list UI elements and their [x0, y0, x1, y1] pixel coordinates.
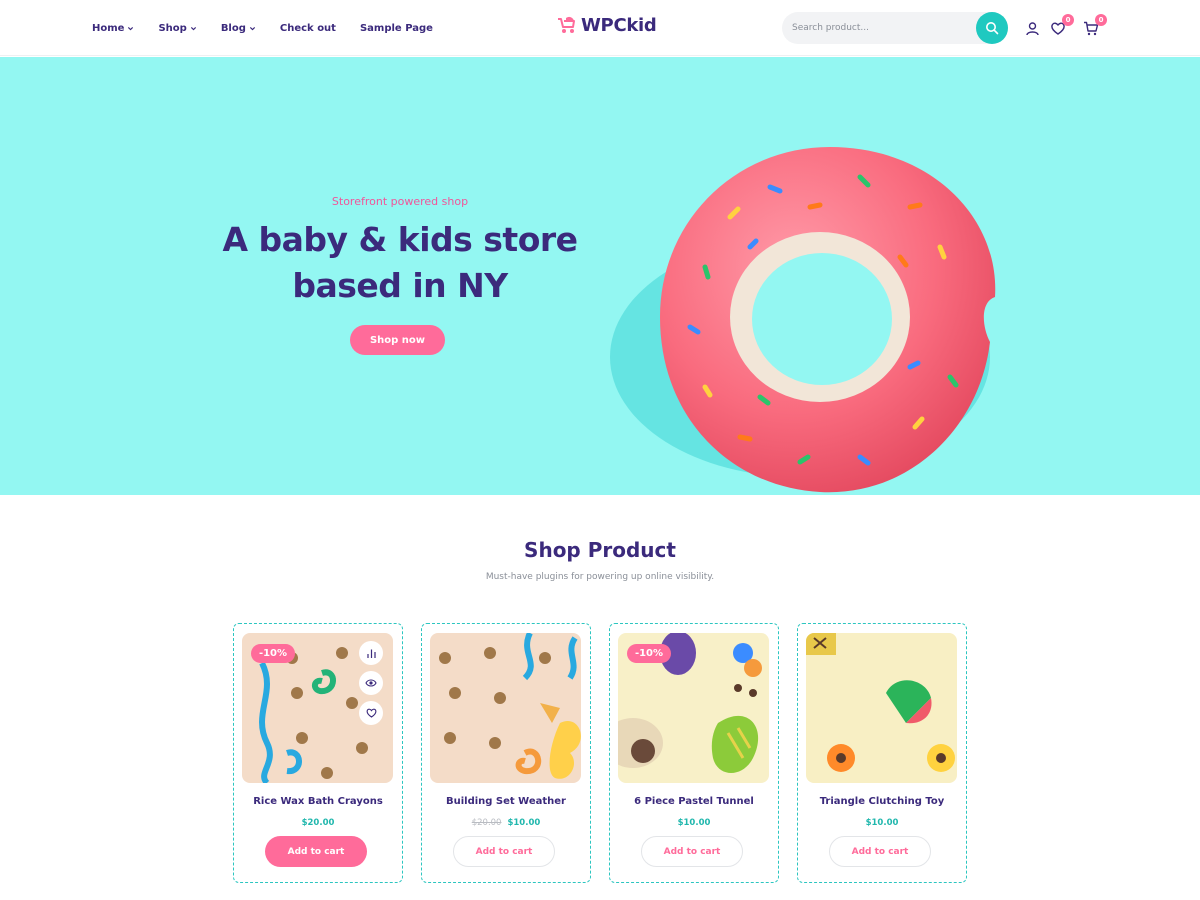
user-icon	[1025, 21, 1039, 35]
add-to-cart-button[interactable]: Add to cart	[641, 836, 743, 867]
search-bar	[782, 12, 1008, 44]
nav-item-home[interactable]: Home	[92, 23, 134, 34]
stroller-icon	[558, 16, 575, 33]
hero-title-line: A baby & kids store	[222, 220, 578, 259]
add-to-cart-button[interactable]: Add to cart	[265, 836, 367, 867]
logo-text: WPCkid	[581, 14, 657, 36]
eye-icon	[365, 679, 377, 687]
search-icon	[986, 22, 999, 35]
add-to-cart-button[interactable]: Add to cart	[453, 836, 555, 867]
product-name[interactable]: 6 Piece Pastel Tunnel	[610, 796, 778, 807]
current-price: $10.00	[507, 818, 541, 828]
nav-item-blog[interactable]: Blog	[221, 23, 256, 34]
quick-view-button[interactable]	[359, 671, 383, 695]
product-price: $10.00	[798, 818, 966, 828]
old-price: $20.00	[471, 818, 502, 828]
product-card[interactable]: Building Set Weather $20.00 $10.00 Add to…	[421, 623, 591, 883]
shop-now-button[interactable]: Shop now	[350, 325, 445, 355]
add-to-cart-button[interactable]: Add to cart	[829, 836, 931, 867]
cart-count-badge: 0	[1095, 14, 1107, 26]
hero-banner: Storefront powered shop A baby & kids st…	[0, 57, 1200, 495]
search-input[interactable]	[792, 20, 962, 36]
chevron-down-icon	[249, 26, 255, 30]
sale-badge: -10%	[251, 644, 295, 663]
current-price: $10.00	[677, 818, 711, 828]
product-price: $10.00	[610, 818, 778, 828]
current-price: $10.00	[865, 818, 899, 828]
product-card[interactable]: -10% 6 Piece Pastel Tunnel $10.00 Add to…	[609, 623, 779, 883]
product-card[interactable]: -10% Rice Wax Bath Crayons $20.00 Add to…	[233, 623, 403, 883]
nav-item-label: Blog	[220, 22, 246, 34]
section-title: Shop Product	[524, 538, 676, 562]
product-price: $20.00	[234, 818, 402, 828]
section-subtitle: Must-have plugins for powering up online…	[485, 572, 715, 582]
nav-item-checkout[interactable]: Check out	[280, 23, 336, 34]
current-price: $20.00	[301, 818, 335, 828]
nav-item-label: Sample Page	[359, 22, 433, 34]
product-name[interactable]: Triangle Clutching Toy	[798, 796, 966, 807]
chevron-down-icon	[190, 26, 196, 30]
donut-float-image	[610, 147, 996, 493]
product-image[interactable]	[430, 633, 581, 783]
product-name[interactable]: Rice Wax Bath Crayons	[234, 796, 402, 807]
compare-icon	[366, 649, 376, 658]
account-button[interactable]	[1022, 18, 1042, 38]
sale-badge: -10%	[627, 644, 671, 663]
compare-button[interactable]	[359, 641, 383, 665]
nav-item-sample-page[interactable]: Sample Page	[360, 23, 433, 34]
search-button[interactable]	[976, 12, 1008, 44]
product-name[interactable]: Building Set Weather	[422, 796, 590, 807]
site-header: Home Shop Blog Check out Sample Page WPC…	[0, 0, 1200, 56]
main-nav: Home Shop Blog Check out Sample Page	[92, 0, 457, 56]
site-logo[interactable]: WPCkid	[555, 14, 657, 36]
chevron-down-icon	[128, 26, 134, 30]
nav-item-shop[interactable]: Shop	[158, 23, 196, 34]
add-to-wishlist-button[interactable]	[359, 701, 383, 725]
wishlist-count-badge: 0	[1062, 14, 1074, 26]
hero-title-line: based in NY	[292, 266, 508, 305]
heart-icon	[366, 708, 376, 718]
cart-button[interactable]: 0	[1081, 14, 1107, 38]
hero-title: A baby & kids store based in NY	[200, 217, 600, 309]
product-card[interactable]: Triangle Clutching Toy $10.00 Add to car…	[797, 623, 967, 883]
nav-item-label: Home	[92, 22, 125, 34]
nav-item-label: Shop	[158, 22, 187, 34]
product-image[interactable]	[806, 633, 957, 783]
hero-subtitle: Storefront powered shop	[331, 195, 469, 208]
nav-item-label: Check out	[279, 22, 336, 34]
product-price: $20.00 $10.00	[422, 818, 590, 828]
wishlist-button[interactable]: 0	[1048, 14, 1074, 38]
